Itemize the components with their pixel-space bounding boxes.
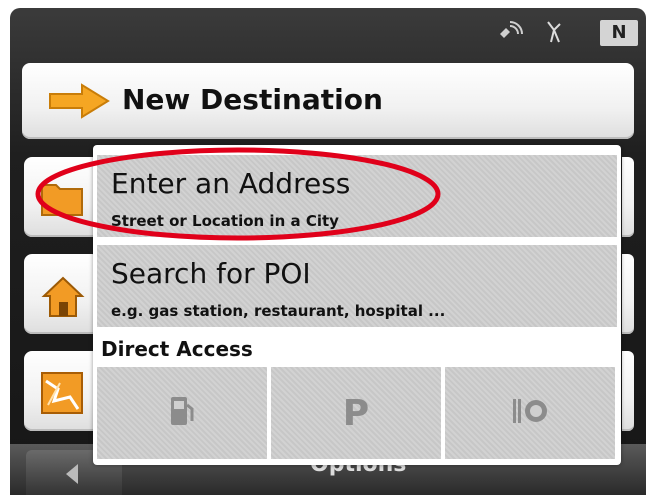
satellite-icon bbox=[542, 20, 566, 48]
fuel-pump-icon bbox=[169, 395, 195, 431]
saved-destinations-button[interactable] bbox=[24, 157, 100, 237]
home-button[interactable] bbox=[24, 254, 100, 334]
direct-access-heading: Direct Access bbox=[101, 337, 253, 361]
fuel-station-quick-button[interactable] bbox=[97, 367, 267, 459]
status-bar: N bbox=[10, 8, 646, 54]
gps-signal-icon bbox=[496, 20, 526, 46]
home-button-edge[interactable] bbox=[622, 254, 634, 334]
destination-popup: Enter an Address Street or Location in a… bbox=[93, 145, 621, 465]
parking-quick-button[interactable]: P bbox=[271, 367, 441, 459]
restaurant-quick-button[interactable] bbox=[445, 367, 615, 459]
search-poi-option[interactable]: Search for POI e.g. gas station, restaur… bbox=[97, 245, 617, 327]
map-icon bbox=[40, 371, 84, 419]
enter-address-title: Enter an Address bbox=[111, 167, 351, 200]
folder-icon bbox=[40, 177, 84, 221]
compass-heading[interactable]: N bbox=[600, 20, 638, 46]
back-arrow-icon bbox=[62, 462, 82, 490]
arrow-right-icon bbox=[48, 83, 110, 123]
home-icon bbox=[40, 274, 86, 324]
new-destination-button[interactable]: New Destination bbox=[22, 63, 634, 139]
search-poi-title: Search for POI bbox=[111, 257, 311, 290]
saved-destinations-button-edge[interactable] bbox=[622, 157, 634, 237]
new-destination-label: New Destination bbox=[122, 83, 383, 116]
enter-address-option[interactable]: Enter an Address Street or Location in a… bbox=[97, 155, 617, 237]
restaurant-icon bbox=[510, 396, 550, 430]
enter-address-subtitle: Street or Location in a City bbox=[111, 212, 339, 230]
map-button[interactable] bbox=[24, 351, 100, 431]
map-button-edge[interactable] bbox=[622, 351, 634, 431]
parking-icon: P bbox=[342, 392, 370, 434]
search-poi-subtitle: e.g. gas station, restaurant, hospital .… bbox=[111, 302, 446, 320]
